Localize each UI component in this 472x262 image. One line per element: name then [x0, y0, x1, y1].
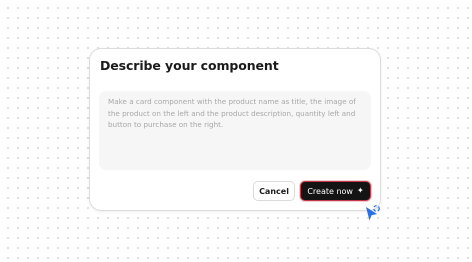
pointer-cursor-icon	[366, 205, 380, 221]
cancel-button[interactable]: Cancel	[253, 181, 295, 201]
create-now-button[interactable]: Create now ✦	[300, 181, 371, 201]
create-now-label: Create now	[307, 186, 353, 196]
component-description-input[interactable]: Make a card component with the product n…	[99, 91, 371, 170]
dialog-title: Describe your component	[100, 58, 279, 73]
sparkle-icon: ✦	[356, 186, 364, 195]
dialog-actions: Cancel Create now ✦	[253, 181, 371, 201]
describe-component-dialog: Describe your component Make a card comp…	[89, 48, 381, 211]
